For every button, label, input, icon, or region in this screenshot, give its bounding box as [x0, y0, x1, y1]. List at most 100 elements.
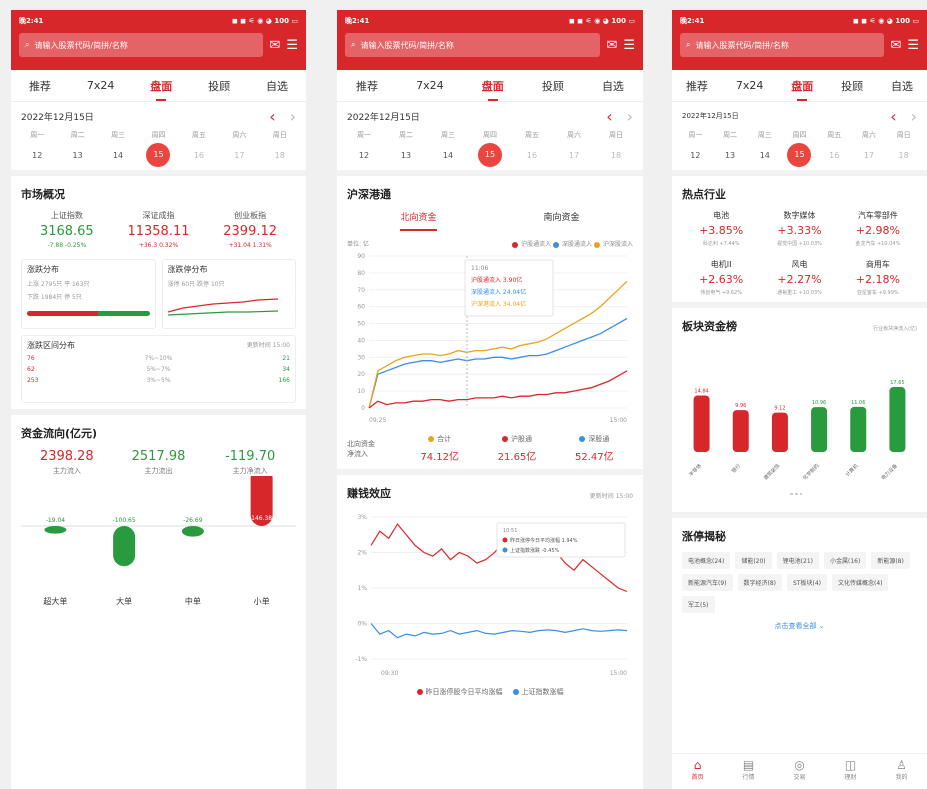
- tab-watchlist[interactable]: 自选: [889, 74, 915, 98]
- concept-chip[interactable]: 小金属(16): [823, 552, 867, 569]
- tab-watchlist[interactable]: 自选: [600, 74, 626, 98]
- hot-sector-item[interactable]: 风电 +2.27% 通裕重工 +10.03%: [760, 259, 838, 296]
- range-down-count: 166: [278, 377, 290, 384]
- tooltip-line: 沪深港流入 34.04亿: [471, 300, 526, 308]
- tab-market[interactable]: 盘面: [789, 74, 815, 101]
- concept-chip[interactable]: 新能源(8): [871, 552, 910, 569]
- concept-chip[interactable]: 电池概念(24): [682, 552, 731, 569]
- next-day-icon[interactable]: ›: [627, 107, 633, 126]
- tabbar-wealth[interactable]: ◫ 理财: [825, 754, 876, 789]
- index-item[interactable]: 创业板指 2399.12 +31.04 1.31%: [204, 210, 296, 249]
- search-input[interactable]: ⌕ 请输入股票代码/简拼/名称: [19, 33, 264, 57]
- hot-sector-item[interactable]: 商用车 +2.18% 亚星客车 +9.99%: [839, 259, 917, 296]
- prev-day-icon[interactable]: ‹: [606, 107, 612, 126]
- see-all-link[interactable]: 点击查看全部 ⌄: [682, 621, 917, 631]
- day-cell[interactable]: 12: [343, 151, 385, 160]
- tab-market[interactable]: 盘面: [148, 74, 174, 101]
- concept-chip[interactable]: 数字经济(8): [737, 574, 782, 591]
- range-distribution-card[interactable]: 涨跌区间分布 更新时间 15:00 76 7%~10% 21 62 5%~7% 34 25…: [21, 335, 296, 403]
- weekday: 周四: [792, 131, 807, 139]
- profit-effect-chart[interactable]: 3% 2% 1% 0% -1% 09:30 15:00 10:51 昨日涨停今日平均涨幅 1.9…: [347, 509, 633, 681]
- day-cell[interactable]: 14: [427, 151, 469, 160]
- tab-7x24[interactable]: 7x24: [85, 75, 117, 96]
- day-row: 12 13 14 15 16 17 18: [11, 140, 306, 170]
- menu-icon[interactable]: ☰: [907, 39, 919, 52]
- updown-distribution-card[interactable]: 涨跌分布 上涨 2795只 平 163只 下跌 1984只 停 5只: [21, 259, 156, 329]
- day-cell[interactable]: 13: [57, 151, 97, 160]
- menu-icon[interactable]: ☰: [286, 39, 298, 52]
- search-input[interactable]: ⌕ 请输入股票代码/简拼/名称: [680, 33, 885, 57]
- concept-chip[interactable]: 新能源汽车(9): [682, 574, 733, 591]
- tab-southbound[interactable]: 南向资金: [543, 210, 579, 231]
- y-tick-label: 60: [357, 304, 365, 311]
- limit-title: 涨跌停分布: [167, 265, 208, 274]
- hot-sector-item[interactable]: 电机II +2.63% 伟创电气 +9.62%: [682, 259, 760, 296]
- tabbar-trade[interactable]: ◎ 交易: [774, 754, 825, 789]
- concept-chip[interactable]: 文化传媒概念(4): [831, 574, 889, 591]
- down-share: [98, 311, 150, 316]
- y-tick-label: 80: [357, 270, 365, 277]
- tab-watchlist[interactable]: 自选: [264, 74, 290, 98]
- index-item[interactable]: 深证成指 11358.11 +36.3 0.32%: [113, 210, 205, 249]
- concept-chip[interactable]: 军工(5): [682, 596, 715, 613]
- tab-recommend[interactable]: 推荐: [354, 74, 380, 98]
- hot-sector-item[interactable]: 汽车零部件 +2.98% 金龙汽车 +10.04%: [839, 210, 917, 247]
- tab-recommend[interactable]: 推荐: [684, 74, 710, 98]
- message-icon[interactable]: ✉: [890, 39, 901, 52]
- message-icon[interactable]: ✉: [606, 39, 617, 52]
- sector-leader: 金龙汽车 +10.04%: [855, 241, 901, 247]
- range-up-count: 62: [27, 366, 35, 373]
- northbound-flow-chart[interactable]: 90 80 70 60 50 40 30 20 10 0 09:25 15:00 11:06 沪股通流入 …: [347, 248, 633, 426]
- next-day-icon[interactable]: ›: [290, 107, 296, 126]
- hot-sector-item[interactable]: 电池 +3.85% 科达利 +7.44%: [682, 210, 760, 247]
- day-cell[interactable]: 13: [385, 151, 427, 160]
- day-cell[interactable]: 12: [17, 151, 57, 160]
- concept-chip[interactable]: 储能(20): [735, 552, 772, 569]
- index-change: -7.88 -0.25%: [47, 242, 87, 249]
- search-input[interactable]: ⌕ 请输入股票代码/简拼/名称: [345, 33, 601, 57]
- tabbar-label: 我的: [895, 774, 908, 781]
- prev-day-icon[interactable]: ‹: [890, 107, 896, 126]
- hot-sector-item[interactable]: 数字媒体 +3.33% 视觉中国 +10.03%: [760, 210, 838, 247]
- index-item[interactable]: 上证指数 3168.65 -7.88 -0.25%: [21, 210, 113, 249]
- tooltip-time: 11:06: [471, 265, 488, 272]
- day-row: 12 13 14 15 16 17 18: [337, 140, 643, 170]
- next-day-icon[interactable]: ›: [911, 107, 917, 126]
- tab-market[interactable]: 盘面: [480, 74, 506, 101]
- tabbar-profile[interactable]: ♙ 我的: [876, 754, 927, 789]
- weekday: 周四: [483, 131, 497, 139]
- search-placeholder: 请输入股票代码/简拼/名称: [360, 40, 454, 50]
- sector-fund-value: 9.12: [774, 406, 785, 412]
- index-value: 3168.65: [39, 224, 94, 239]
- y-tick-label: 50: [357, 321, 365, 328]
- tab-northbound[interactable]: 北向资金: [400, 210, 437, 231]
- weekday: 周六: [861, 131, 876, 139]
- prev-day-icon[interactable]: ‹: [269, 107, 275, 126]
- tab-7x24[interactable]: 7x24: [414, 75, 446, 96]
- day-cell-selected[interactable]: 15: [478, 143, 502, 167]
- message-icon[interactable]: ✉: [269, 39, 280, 52]
- tabbar-home[interactable]: ⌂ 首页: [672, 754, 723, 789]
- tab-advisor[interactable]: 投顾: [540, 74, 566, 98]
- updown-row: 下跌 1984只 停 5只: [27, 294, 82, 301]
- menu-icon[interactable]: ☰: [623, 39, 635, 52]
- limit-distribution-card[interactable]: 涨跌停分布 涨停 60只 跌停 10只: [161, 259, 296, 329]
- tab-7x24[interactable]: 7x24: [734, 75, 766, 96]
- sector-change: +2.63%: [699, 273, 744, 286]
- day-cell-selected[interactable]: 15: [787, 143, 812, 167]
- day-cell[interactable]: 14: [747, 151, 782, 160]
- tab-advisor[interactable]: 投顾: [839, 74, 865, 98]
- day-cell[interactable]: 12: [678, 151, 713, 160]
- tab-advisor[interactable]: 投顾: [206, 74, 232, 98]
- sector-fund-value: 11.06: [851, 400, 865, 406]
- concept-chip[interactable]: ST板块(4): [787, 574, 827, 591]
- tabbar-quotes[interactable]: ▤ 行情: [723, 754, 774, 789]
- day-cell[interactable]: 13: [713, 151, 748, 160]
- day-cell[interactable]: 14: [98, 151, 138, 160]
- day-cell-selected[interactable]: 15: [146, 143, 171, 167]
- bottom-tab-bar: ⌂ 首页 ▤ 行情 ◎ 交易 ◫ 理财 ♙ 我的: [672, 753, 927, 789]
- tab-recommend[interactable]: 推荐: [27, 74, 53, 98]
- index-list: 上证指数 3168.65 -7.88 -0.25% 深证成指 11358.11 +36.…: [21, 210, 296, 249]
- concept-chip[interactable]: 锂电池(21): [776, 552, 819, 569]
- sector-leader: 视觉中国 +10.03%: [777, 241, 822, 247]
